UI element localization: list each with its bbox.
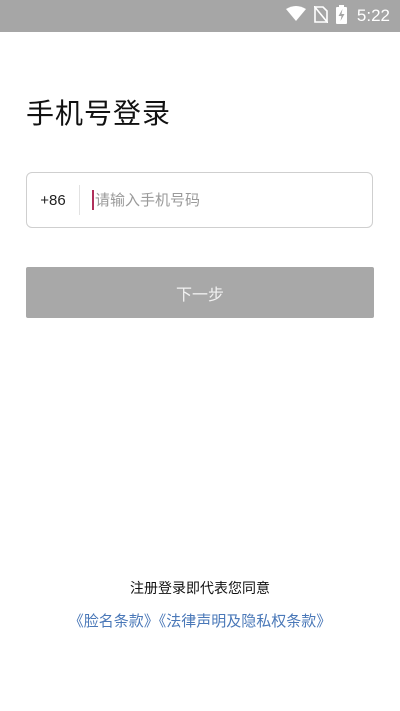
face-terms-link[interactable]: 《脸名条款》	[69, 612, 159, 630]
legal-privacy-terms-link[interactable]: 《法律声明及隐私权条款》	[159, 612, 332, 630]
text-cursor	[92, 190, 94, 210]
status-time: 5:22	[356, 6, 390, 25]
page-title: 手机号登录	[26, 97, 172, 130]
wifi-icon	[285, 6, 306, 26]
login-screen: 5:22 手机号登录 +86 下一步 注册登录即代表您同意 《脸名条款》《法律声…	[0, 0, 400, 711]
battery-charging-icon	[335, 4, 347, 28]
next-step-button[interactable]: 下一步	[26, 267, 374, 318]
no-sim-icon	[313, 4, 329, 27]
field-divider	[79, 185, 80, 215]
agreement-notice: 注册登录即代表您同意	[130, 581, 270, 597]
status-bar: 5:22	[0, 0, 400, 32]
phone-number-input[interactable]	[95, 185, 372, 215]
terms-links: 《脸名条款》《法律声明及隐私权条款》	[0, 610, 400, 631]
phone-input-box[interactable]: +86	[26, 172, 373, 228]
country-code[interactable]: +86	[27, 192, 79, 209]
